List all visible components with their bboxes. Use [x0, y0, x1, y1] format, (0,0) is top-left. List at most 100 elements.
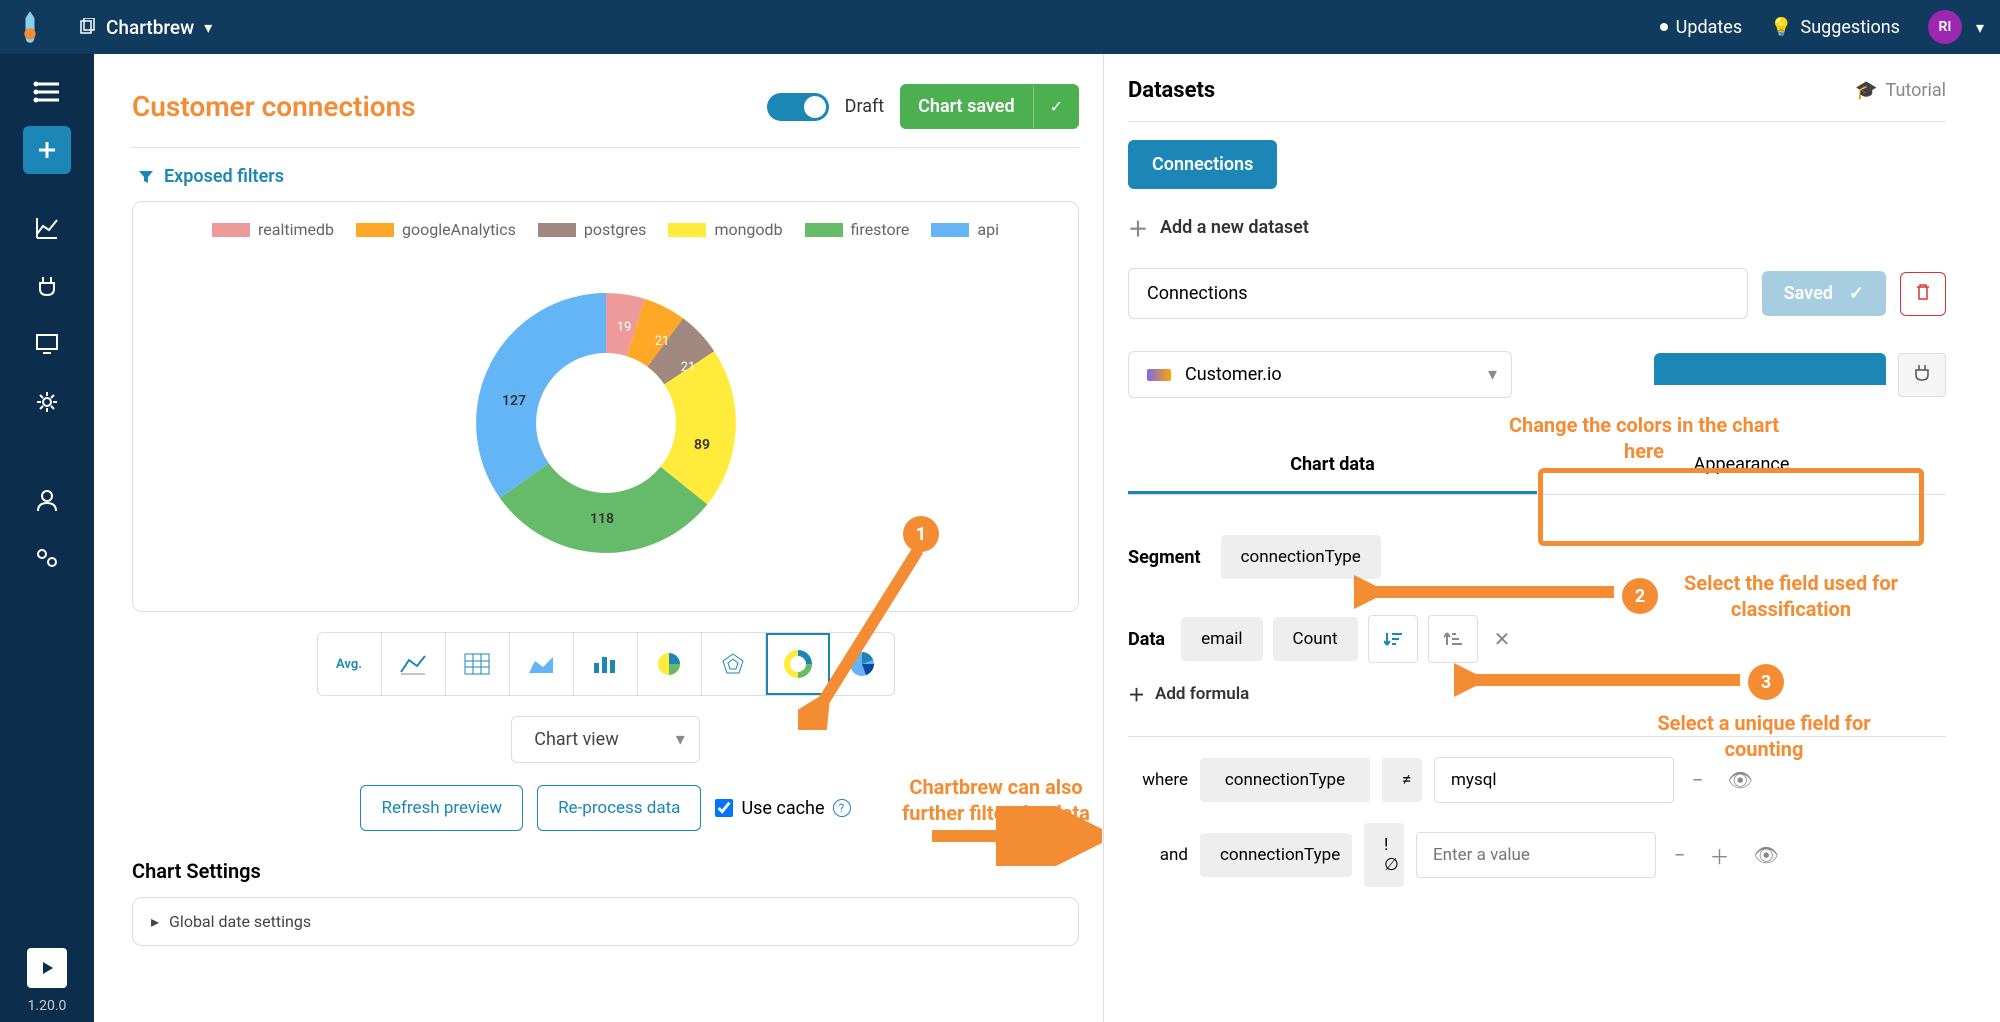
dot-icon [1660, 23, 1668, 31]
filter-and-label: and [1128, 845, 1188, 865]
check-icon: ✓ [1849, 283, 1864, 304]
help-icon[interactable]: ? [833, 799, 851, 817]
charttype-pie[interactable] [638, 633, 702, 695]
datasets-heading: Datasets [1128, 78, 1215, 103]
top-bar: Chartbrew ▾ Updates 💡 Suggestions RI ▾ [0, 0, 2000, 54]
remove-filter-icon[interactable]: − [1668, 843, 1691, 867]
plus-icon: ＋ [1128, 213, 1148, 242]
suggestions-label: Suggestions [1801, 17, 1900, 38]
data-agg-chip[interactable]: Count [1273, 617, 1358, 661]
segment-field-chip[interactable]: connectionType [1221, 535, 1381, 579]
graduation-cap-icon: 🎓 [1855, 80, 1877, 101]
project-name: Chartbrew [106, 16, 194, 39]
svg-text:127: 127 [502, 393, 526, 409]
connection-plug-button[interactable] [1898, 353, 1946, 397]
sidebar-user-icon[interactable] [23, 476, 71, 524]
add-dataset-button[interactable]: ＋ Add a new dataset [1128, 213, 1946, 242]
add-formula-button[interactable]: ＋ Add formula [1128, 681, 1946, 706]
charttype-area[interactable] [510, 633, 574, 695]
app-logo [16, 9, 44, 45]
updates-link[interactable]: Updates [1660, 17, 1742, 38]
filter2-op-chip[interactable]: !∅ [1364, 823, 1404, 887]
sidebar-expand-button[interactable] [27, 948, 67, 988]
charttype-radar[interactable] [702, 633, 766, 695]
chart-preview: realtimedb googleAnalytics postgres mong… [132, 201, 1079, 612]
trash-icon [1915, 283, 1931, 301]
check-icon: ✓ [1033, 85, 1079, 128]
svg-text:89: 89 [694, 437, 710, 453]
toggle-visibility-icon[interactable]: 👁 [1747, 843, 1784, 867]
charttype-avg[interactable]: Avg. [318, 633, 382, 695]
lightbulb-icon: 💡 [1770, 17, 1792, 38]
delete-dataset-button[interactable] [1900, 272, 1946, 316]
sort-asc-button[interactable] [1428, 615, 1478, 663]
user-avatar[interactable]: RI [1928, 10, 1962, 44]
charttype-table[interactable] [446, 633, 510, 695]
sidebar-plug-icon[interactable] [23, 262, 71, 310]
draft-toggle[interactable] [767, 93, 829, 121]
tutorial-link[interactable]: 🎓 Tutorial [1855, 80, 1946, 101]
charttype-polar[interactable] [830, 633, 894, 695]
filter1-value-input[interactable] [1434, 757, 1674, 803]
plus-icon: ＋ [1128, 681, 1145, 706]
sidebar-monitor-icon[interactable] [23, 320, 71, 368]
updates-label: Updates [1676, 17, 1742, 38]
datasets-pane: Datasets 🎓 Tutorial Connections ＋ Add a … [1104, 54, 2000, 1022]
sort-desc-button[interactable] [1368, 615, 1418, 663]
chevron-down-icon[interactable]: ▾ [1976, 18, 1984, 37]
copy-icon [78, 18, 96, 36]
dataset-saved-button[interactable]: Saved ✓ [1762, 271, 1886, 316]
refresh-preview-button[interactable]: Refresh preview [360, 785, 523, 831]
filter-where-label: where [1128, 770, 1188, 790]
callout-colors-text: Change the colors in the chart here [1504, 412, 1784, 464]
connections-tab-button[interactable]: Connections [1128, 140, 1277, 189]
chart-legend: realtimedb googleAnalytics postgres mong… [151, 220, 1060, 239]
edit-connection-button[interactable] [1654, 353, 1886, 385]
filter2-value-input[interactable] [1416, 832, 1656, 878]
sidebar: 1.20.0 [0, 54, 94, 1022]
suggestions-link[interactable]: 💡 Suggestions [1770, 17, 1900, 38]
remove-data-icon[interactable]: ✕ [1488, 627, 1517, 651]
dataset-name-input[interactable] [1128, 268, 1748, 319]
filter1-op-chip[interactable]: ≠ [1382, 758, 1422, 802]
svg-text:118: 118 [590, 511, 614, 527]
chart-saved-button[interactable]: Chart saved ✓ [900, 84, 1079, 129]
toggle-visibility-icon[interactable]: 👁 [1721, 768, 1758, 792]
sidebar-menu-icon[interactable] [23, 68, 71, 116]
sidebar-gears-icon[interactable] [23, 534, 71, 582]
chart-type-selector: Avg. [317, 632, 895, 696]
chart-title[interactable]: Customer connections [132, 90, 416, 123]
filter2-field-chip[interactable]: connectionType [1200, 833, 1352, 877]
charttype-line[interactable] [382, 633, 446, 695]
data-field-chip[interactable]: email [1181, 617, 1262, 661]
charttype-bar[interactable] [574, 633, 638, 695]
svg-text:21: 21 [680, 360, 695, 375]
callout-num-2: 2 [1622, 578, 1658, 614]
filter-icon [138, 169, 154, 185]
sidebar-gear-icon[interactable] [23, 378, 71, 426]
remove-filter-icon[interactable]: − [1686, 768, 1709, 792]
draft-label: Draft [845, 96, 885, 117]
use-cache-checkbox[interactable]: Use cache ? [715, 798, 850, 819]
global-date-settings[interactable]: ▸ Global date settings [132, 897, 1079, 946]
project-selector[interactable]: Chartbrew ▾ [68, 10, 222, 45]
charttype-donut[interactable] [766, 633, 830, 695]
callout-num-1: 1 [903, 516, 939, 552]
callout-filter-text: Chartbrew can also further filter the da… [876, 774, 1116, 826]
chart-editor-pane: Customer connections Draft Chart saved ✓… [94, 54, 1104, 1022]
chevron-down-icon: ▾ [204, 18, 212, 37]
connection-select[interactable]: Customer.io [1128, 351, 1512, 398]
add-filter-icon[interactable]: ＋ [1703, 841, 1735, 870]
exposed-filters-toggle[interactable]: Exposed filters [138, 166, 1079, 187]
callout-segment-text: Select the field used for classification [1666, 570, 1916, 622]
sidebar-chart-icon[interactable] [23, 204, 71, 252]
reprocess-data-button[interactable]: Re-process data [537, 785, 701, 831]
segment-label: Segment [1128, 547, 1201, 568]
filter1-field-chip[interactable]: connectionType [1200, 758, 1370, 802]
chevron-right-icon: ▸ [151, 912, 159, 931]
tab-chart-data[interactable]: Chart data [1128, 438, 1537, 494]
svg-text:19: 19 [616, 320, 631, 335]
chart-settings-heading: Chart Settings [132, 859, 1079, 883]
sidebar-add-button[interactable] [23, 126, 71, 174]
chart-view-select[interactable]: Chart view [511, 716, 699, 763]
